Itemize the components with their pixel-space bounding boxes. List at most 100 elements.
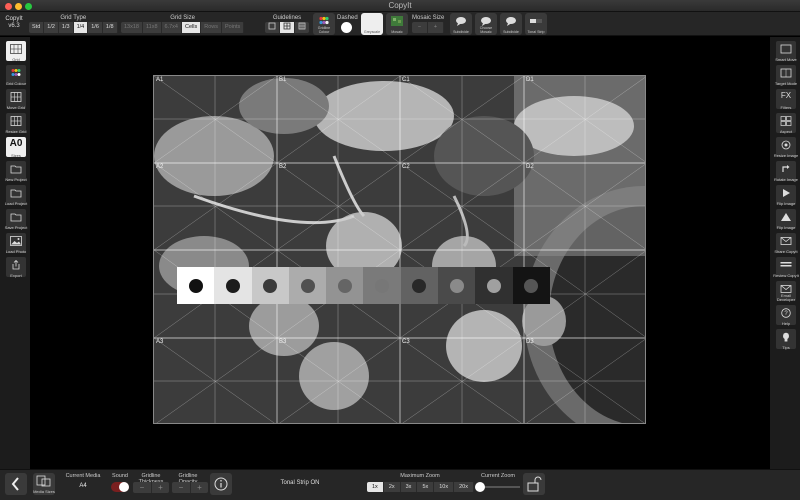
mosaic-size-decrement[interactable]: − xyxy=(412,22,428,33)
gridline-opacity-increment[interactable]: + xyxy=(190,482,208,493)
gridline-thickness-decrement[interactable]: − xyxy=(133,482,151,493)
lock-button[interactable] xyxy=(523,473,545,495)
zoom-5x[interactable]: 5x xyxy=(417,482,435,492)
gridline-colour-label: Gridline Colour xyxy=(317,26,331,34)
smart-move-label: Smart Move xyxy=(775,57,797,62)
left-sidebar: Grid Grid Colour Move Grid Resize Grid A… xyxy=(0,37,30,493)
move-grid-button[interactable]: Move Grid xyxy=(6,89,26,110)
grid-size-11x8[interactable]: 11x8 xyxy=(143,22,162,33)
folder-icon xyxy=(10,213,22,222)
export-button[interactable]: Export xyxy=(6,257,26,278)
subdivide-button[interactable]: Subdivide xyxy=(450,13,472,35)
tonal-strip[interactable] xyxy=(177,267,550,304)
cell-label-a2: A2 xyxy=(156,164,164,170)
grid-size-rows[interactable]: Rows xyxy=(201,22,222,33)
rotate-image-button[interactable]: Rotate Image xyxy=(774,161,798,182)
help-button[interactable]: ? Help xyxy=(776,305,796,326)
back-button[interactable] xyxy=(5,473,27,495)
share-copyit-button[interactable]: Share CopyIt xyxy=(774,233,798,254)
guideline-cross-icon xyxy=(283,22,291,30)
filters-button[interactable]: FX Filters xyxy=(776,89,796,110)
guidelines-segmented xyxy=(265,22,309,33)
grid-type-eighth[interactable]: 1/8 xyxy=(103,22,118,33)
media-sizes-button[interactable]: Media Sizes xyxy=(33,473,55,495)
guidelines-grid[interactable] xyxy=(295,22,309,33)
target-icon xyxy=(780,68,792,78)
resize-grid-button[interactable]: Resize Grid xyxy=(6,113,26,134)
tonal-swatch[interactable] xyxy=(363,267,401,304)
zoom-10x[interactable]: 10x xyxy=(434,482,455,492)
zoom-2x[interactable]: 2x xyxy=(384,482,401,492)
subdivide-label: Subdivide xyxy=(453,30,469,34)
resize-image-label: Resize Image xyxy=(773,153,799,158)
tonal-swatch[interactable] xyxy=(326,267,364,304)
greyscale-button[interactable]: Greyscale xyxy=(361,13,383,35)
grid-type-half[interactable]: 1/2 xyxy=(44,22,59,33)
photo-canvas[interactable]: A1 B1 C1 D1 A2 B2 C2 D2 A3 B3 C3 D3 xyxy=(153,75,646,424)
flip-horizontal-icon xyxy=(783,189,790,197)
help-label: Help xyxy=(781,321,791,326)
gridline-opacity-decrement[interactable]: − xyxy=(172,482,190,493)
gridline-colour-button[interactable]: Gridline Colour xyxy=(313,13,335,35)
save-project-button[interactable]: Save Project xyxy=(5,209,27,230)
tonal-swatch[interactable] xyxy=(288,267,327,304)
tonal-swatch[interactable] xyxy=(251,267,289,304)
grid-type-quarter[interactable]: 1/4 xyxy=(73,22,89,33)
tonal-swatch[interactable] xyxy=(177,267,215,304)
load-project-button[interactable]: Load Project xyxy=(5,185,27,206)
bottom-toolbar: Media Sizes Current Media A4 Sound Gridl… xyxy=(0,469,800,500)
gridline-thickness-increment[interactable]: + xyxy=(151,482,169,493)
sizes-label: Sizes xyxy=(11,153,21,158)
grid-size-group: Grid Size 13x18 11x8 6.7x4 Cells Rows Po… xyxy=(121,14,245,33)
guidelines-cross[interactable] xyxy=(280,22,295,33)
guidelines-none[interactable] xyxy=(265,22,280,33)
email-developer-button[interactable]: Email Developer xyxy=(776,281,796,302)
grid-button[interactable]: Grid xyxy=(6,41,26,62)
current-zoom-knob[interactable] xyxy=(475,482,485,492)
media-sizes-label: Media Sizes xyxy=(33,489,55,494)
mosaic-button[interactable]: Mosaic xyxy=(386,13,408,35)
flip-image-vertical-button[interactable]: Flip Image xyxy=(776,209,796,230)
grid-type-std[interactable]: Std xyxy=(29,22,45,33)
new-project-button[interactable]: New Project xyxy=(5,161,27,182)
tonal-strip-button[interactable]: Tonal Strip xyxy=(525,13,547,35)
grid-size-label: Grid Size xyxy=(170,15,195,21)
choose-mosaic-button[interactable]: Choose Mosaic xyxy=(475,13,497,35)
dashed-label: Dashed xyxy=(337,15,358,21)
tonal-swatch[interactable] xyxy=(438,267,476,304)
review-copyit-button[interactable]: Review CopyIt xyxy=(773,257,799,278)
resize-image-button[interactable]: Resize Image xyxy=(774,137,798,158)
aspect-button[interactable]: Aspect xyxy=(776,113,796,134)
zoom-1x[interactable]: 1x xyxy=(367,482,384,492)
grid-size-cells[interactable]: Cells xyxy=(182,22,202,33)
tonal-swatch[interactable] xyxy=(214,267,252,304)
tonal-sample-dot xyxy=(449,278,464,293)
current-zoom-slider[interactable] xyxy=(475,482,520,492)
grid-colour-button[interactable]: Grid Colour xyxy=(6,65,26,86)
zoom-20x[interactable]: 20x xyxy=(454,482,474,492)
sizes-button[interactable]: A0 Sizes xyxy=(6,137,26,158)
tips-button[interactable]: Tips xyxy=(776,329,796,350)
gridline-opacity-stepper: − + xyxy=(172,482,208,493)
rotate-icon xyxy=(782,165,790,172)
dashed-toggle[interactable] xyxy=(341,22,352,33)
tonal-swatch[interactable] xyxy=(400,267,439,304)
grid-type-sixth[interactable]: 1/6 xyxy=(88,22,103,33)
grid-type-third[interactable]: 1/3 xyxy=(59,22,74,33)
smart-move-button[interactable]: Smart Move xyxy=(775,41,797,62)
tonal-swatch[interactable] xyxy=(475,267,513,304)
load-photo-button[interactable]: Load Photo xyxy=(6,233,26,254)
grid-type-group: Grid Type Std 1/2 1/3 1/4 1/6 1/8 xyxy=(29,14,118,33)
target-mode-button[interactable]: Target Mode xyxy=(775,65,797,86)
tonal-swatch[interactable] xyxy=(512,267,550,304)
grid-size-13x18[interactable]: 13x18 xyxy=(121,22,143,33)
info-button[interactable] xyxy=(210,473,232,495)
zoom-3x[interactable]: 3x xyxy=(401,482,418,492)
grid-size-6-7x4[interactable]: 6.7x4 xyxy=(162,22,182,33)
grid-size-points[interactable]: Points xyxy=(222,22,245,33)
fx-icon: FX xyxy=(780,91,792,100)
flip-image-horizontal-button[interactable]: Flip Image xyxy=(776,185,796,206)
sound-toggle[interactable] xyxy=(111,482,129,492)
subdivide-second-button[interactable]: Subdivide xyxy=(500,13,522,35)
mosaic-size-increment[interactable]: + xyxy=(428,22,444,33)
